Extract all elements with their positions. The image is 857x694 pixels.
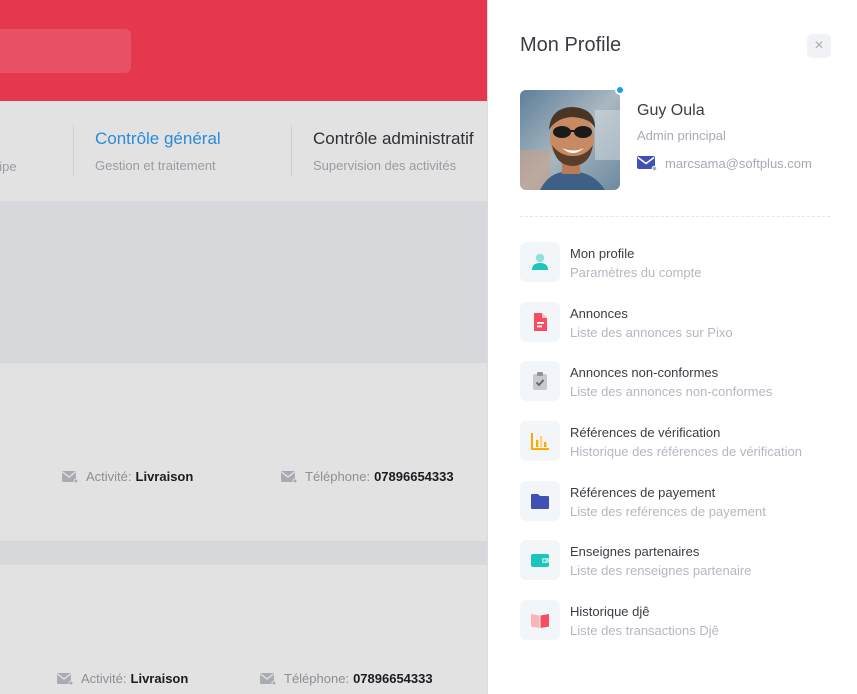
phone-value: 07896654333 — [353, 671, 433, 686]
menu-item-title: Annonces non-conformes — [570, 365, 719, 381]
activity-value: Livraison — [130, 671, 189, 686]
menu-item-mon-profile[interactable]: Mon profile Paramètres du compte — [520, 242, 830, 302]
phone-label: Téléphone: — [284, 671, 350, 686]
bar-chart-icon — [520, 421, 560, 462]
phone-value: 07896654333 — [374, 469, 454, 484]
list-item: Activité: Livraison Téléphone: 078966543… — [0, 363, 487, 541]
activity-label: Activité: — [81, 671, 127, 686]
activity-info: Activité: Livraison — [57, 671, 188, 686]
nav-item-subtitle: Supervision des activités — [313, 158, 457, 173]
wallet-icon — [520, 540, 560, 581]
header-search-box[interactable] — [0, 29, 131, 73]
nav-item-team[interactable]: uipe — [0, 129, 17, 174]
menu-item-subtitle: Liste des transactions Djê — [570, 623, 719, 639]
menu-item-subtitle: Liste des reférences de payement — [570, 503, 766, 519]
nav-divider — [291, 125, 292, 177]
close-button[interactable]: × — [807, 34, 831, 58]
phone-label: Téléphone: — [305, 469, 371, 484]
user-role: Admin principal — [637, 128, 726, 143]
mail-icon — [62, 470, 78, 483]
nav-item-title: Contrôle administratif — [313, 129, 474, 148]
menu-item-title: Enseignes partenaires — [570, 544, 700, 560]
book-icon — [520, 600, 560, 641]
content-band — [0, 201, 487, 363]
nav-divider — [73, 125, 74, 177]
profile-menu: Mon profile Paramètres du compte Annonce… — [520, 242, 830, 660]
menu-item-subtitle: Paramètres du compte — [570, 265, 702, 280]
menu-item-subtitle: Liste des annonces sur Pixo — [570, 324, 733, 340]
list-item: Activité: Livraison Téléphone: 078966543… — [0, 565, 487, 694]
user-icon — [520, 242, 560, 282]
clipboard-check-icon — [520, 361, 560, 402]
nav-item-subtitle: uipe — [0, 159, 17, 174]
nav-item-subtitle: Gestion et traitement — [95, 158, 216, 173]
activity-value: Livraison — [135, 469, 194, 484]
panel-title: Mon Profile — [520, 34, 622, 56]
nav-item-admin-control[interactable]: Contrôle administratif Supervision des a… — [313, 129, 474, 173]
mail-icon — [260, 672, 276, 685]
menu-item-enseignes-partenaires[interactable]: Enseignes partenaires Liste des renseign… — [520, 540, 830, 600]
menu-item-historique-dje[interactable]: Historique djê Liste des transactions Dj… — [520, 600, 830, 660]
menu-item-annonces-non-conformes[interactable]: Annonces non-conformes Liste des annonce… — [520, 361, 830, 421]
menu-item-subtitle: Historique des références de vérificatio… — [570, 444, 802, 460]
mail-icon — [281, 470, 297, 483]
nav-item-title: Contrôle général — [95, 129, 221, 148]
nav-item-general-control[interactable]: Contrôle général Gestion et traitement — [95, 129, 221, 173]
menu-item-subtitle: Liste des renseignes partenaire — [570, 563, 752, 579]
activity-info: Activité: Livraison — [62, 469, 193, 484]
folder-icon — [520, 480, 560, 521]
menu-item-references-verification[interactable]: Références de vérification Historique de… — [520, 421, 830, 481]
mail-icon — [637, 155, 658, 172]
menu-item-title: Historique djê — [570, 604, 650, 620]
background-app: uipe Contrôle général Gestion et traitem… — [0, 0, 487, 694]
menu-item-title: Annonces — [570, 305, 628, 321]
activity-label: Activité: — [86, 469, 132, 484]
menu-item-title: Références de payement — [570, 484, 716, 500]
phone-info: Téléphone: 07896654333 — [260, 671, 433, 686]
content-band — [0, 541, 487, 565]
profile-panel: Mon Profile × Guy Oula Admin principal m… — [487, 0, 857, 694]
document-icon — [520, 301, 560, 342]
menu-item-references-payement[interactable]: Références de payement Liste des reféren… — [520, 480, 830, 541]
mail-icon — [57, 672, 73, 685]
menu-item-title: Mon profile — [570, 246, 635, 261]
user-email-text[interactable]: marcsama@softplus.com — [665, 156, 812, 171]
divider — [520, 216, 830, 217]
user-email: marcsama@softplus.com — [637, 155, 812, 172]
app-header — [0, 0, 487, 101]
avatar — [520, 90, 620, 190]
menu-item-subtitle: Liste des annonces non-conformes — [570, 384, 773, 400]
top-navigation: uipe Contrôle général Gestion et traitem… — [0, 101, 487, 201]
menu-item-annonces[interactable]: Annonces Liste des annonces sur Pixo — [520, 301, 830, 362]
phone-info: Téléphone: 07896654333 — [281, 469, 454, 484]
user-name[interactable]: Guy Oula — [637, 102, 705, 120]
menu-item-title: Références de vérification — [570, 425, 721, 441]
online-status-dot — [615, 85, 625, 95]
